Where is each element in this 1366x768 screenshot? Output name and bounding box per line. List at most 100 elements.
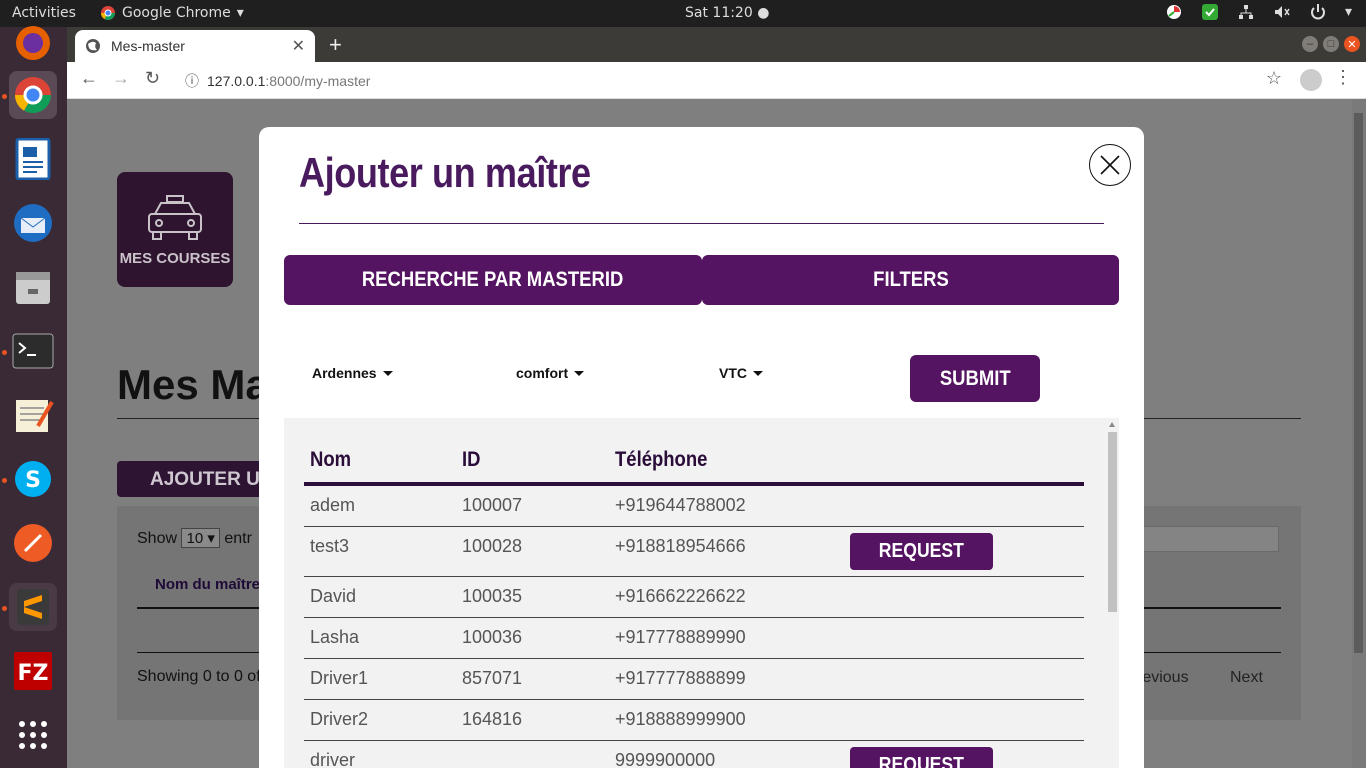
notification-dot-icon: ● — [757, 5, 770, 21]
cell-nom: Driver1 — [310, 668, 369, 688]
previous-page-link[interactable]: revious — [1137, 669, 1189, 687]
show-label: Show — [137, 530, 178, 547]
caret-down-icon — [753, 370, 763, 376]
cell-telephone: +918888999900 — [615, 709, 746, 729]
cell-id: 100007 — [462, 495, 523, 515]
next-page-link[interactable]: Next — [1230, 669, 1263, 687]
writer-icon[interactable] — [9, 135, 57, 183]
cell-telephone: +917778889990 — [615, 627, 746, 647]
text-editor-icon[interactable] — [9, 391, 57, 439]
caret-down-icon — [574, 370, 585, 376]
chrome-dock-icon[interactable] — [9, 71, 57, 119]
table-row: test3 100028 +918818954666 REQUEST — [304, 527, 1084, 577]
table-header: Nom ID Téléphone — [304, 438, 1084, 486]
power-icon[interactable] — [1309, 3, 1327, 21]
results-scrollbar[interactable] — [1105, 418, 1119, 768]
category-dropdown[interactable]: comfort — [516, 365, 585, 381]
chevron-down-icon[interactable]: ▾ — [1345, 4, 1352, 20]
volume-muted-icon[interactable] — [1273, 3, 1291, 21]
table-row: Driver2 164816 +918888999900 — [304, 700, 1084, 741]
svg-text:FZ: FZ — [18, 661, 49, 686]
region-dropdown[interactable]: Ardennes — [312, 365, 393, 381]
table-row: adem 100007 +919644788002 — [304, 486, 1084, 527]
mes-courses-card[interactable]: MES COURSES — [117, 172, 233, 287]
timer-icon[interactable] — [1165, 3, 1183, 21]
tab-title: Mes-master — [111, 38, 185, 54]
forward-icon[interactable]: → — [112, 68, 130, 89]
page-scrollbar-thumb[interactable] — [1354, 113, 1363, 653]
terminal-icon[interactable] — [9, 327, 57, 375]
table-body: adem 100007 +919644788002 test3 100028 +91881… — [304, 486, 1084, 768]
cell-nom: adem — [310, 495, 356, 515]
skype-icon[interactable]: S — [9, 455, 57, 503]
column-header-nom-maitre[interactable]: Nom du maître — [155, 576, 260, 593]
caret-down-icon — [382, 370, 393, 376]
sublime-text-icon[interactable] — [9, 583, 57, 631]
clock-text: Sat 11:20 — [685, 5, 753, 21]
svg-text:S: S — [25, 468, 41, 493]
cell-telephone: +918818954666 — [615, 536, 746, 556]
showing-info: Showing 0 to 0 of — [137, 668, 261, 685]
page-scrollbar[interactable] — [1352, 99, 1366, 768]
table-row: David 100035 +916662226622 — [304, 577, 1084, 618]
clock[interactable]: Sat 11:20 ● — [685, 5, 769, 21]
show-applications-icon[interactable] — [9, 711, 57, 759]
browser-toolbar: ← → ↻ ⓘ 127.0.0.1:8000/my-master ☆ ⋮ — [67, 62, 1366, 99]
url-host: 127.0.0.1 — [207, 72, 266, 89]
results-panel: Nom ID Téléphone adem 100007 +919644788002… — [284, 418, 1119, 768]
update-check-icon[interactable] — [1201, 3, 1219, 21]
files-icon[interactable] — [9, 263, 57, 311]
chevron-down-icon: ▾ — [236, 5, 244, 21]
dock: S FZ — [0, 26, 67, 768]
minimize-icon[interactable]: – — [1302, 36, 1318, 52]
cell-telephone: 9999900000 — [615, 750, 716, 768]
vehicle-type-value: VTC — [719, 365, 747, 381]
cell-id: 100036 — [462, 627, 523, 647]
page-length-control: Show 10 ▾ entr — [137, 528, 252, 548]
info-icon[interactable]: ⓘ — [185, 71, 199, 91]
column-header-nom: Nom — [310, 448, 352, 471]
close-window-icon[interactable]: ✕ — [1344, 36, 1360, 52]
filezilla-icon[interactable]: FZ — [9, 647, 57, 695]
network-icon[interactable] — [1237, 3, 1255, 21]
vehicle-type-dropdown[interactable]: VTC — [719, 365, 763, 381]
request-button[interactable]: REQUEST — [850, 747, 993, 768]
cell-nom: Lasha — [310, 627, 360, 647]
new-tab-button[interactable]: + — [329, 32, 342, 58]
tab-label: FILTERS — [872, 268, 949, 291]
request-button[interactable]: REQUEST — [850, 533, 993, 570]
modal-title-divider — [299, 223, 1104, 224]
request-label: REQUEST — [878, 540, 965, 562]
page-length-value: 10 — [186, 530, 204, 547]
close-tab-icon[interactable]: ✕ — [292, 36, 305, 56]
maximize-icon[interactable]: □ — [1323, 36, 1339, 52]
cell-nom: driver — [310, 750, 356, 768]
window-controls: – □ ✕ — [1302, 36, 1360, 52]
system-tray[interactable]: ▾ — [1165, 3, 1352, 21]
app-menu[interactable]: Google Chrome ▾ — [100, 5, 244, 21]
reload-icon[interactable]: ↻ — [145, 68, 160, 89]
page-length-select[interactable]: 10 ▾ — [181, 528, 220, 548]
tab-filters[interactable]: FILTERS — [702, 255, 1119, 305]
address-bar[interactable]: ⓘ 127.0.0.1:8000/my-master — [185, 68, 1265, 93]
postman-icon[interactable] — [9, 519, 57, 567]
chrome-icon — [101, 6, 115, 20]
thunderbird-icon[interactable] — [9, 199, 57, 247]
results-scrollbar-thumb[interactable] — [1108, 432, 1117, 612]
submit-button[interactable]: SUBMIT — [910, 355, 1040, 402]
scroll-up-icon[interactable] — [1109, 422, 1115, 427]
browser-tab[interactable]: Mes-master ✕ — [75, 30, 315, 62]
mes-courses-label: MES COURSES — [119, 250, 231, 267]
entries-label: entr — [224, 530, 252, 547]
profile-avatar-icon[interactable] — [1300, 69, 1322, 91]
bookmark-star-icon[interactable]: ☆ — [1266, 68, 1282, 89]
modal-close-button[interactable] — [1089, 144, 1131, 186]
tab-recherche-par-masterid[interactable]: RECHERCHE PAR MASTERID — [284, 255, 702, 305]
browser-menu-icon[interactable]: ⋮ — [1334, 67, 1352, 88]
running-indicator — [2, 478, 7, 483]
firefox-icon[interactable] — [9, 19, 57, 67]
back-icon[interactable]: ← — [80, 68, 98, 89]
cell-id: 100035 — [462, 586, 523, 606]
add-master-modal: Ajouter un maître RECHERCHE PAR MASTERID… — [259, 127, 1144, 768]
column-header-id: ID — [462, 448, 481, 471]
